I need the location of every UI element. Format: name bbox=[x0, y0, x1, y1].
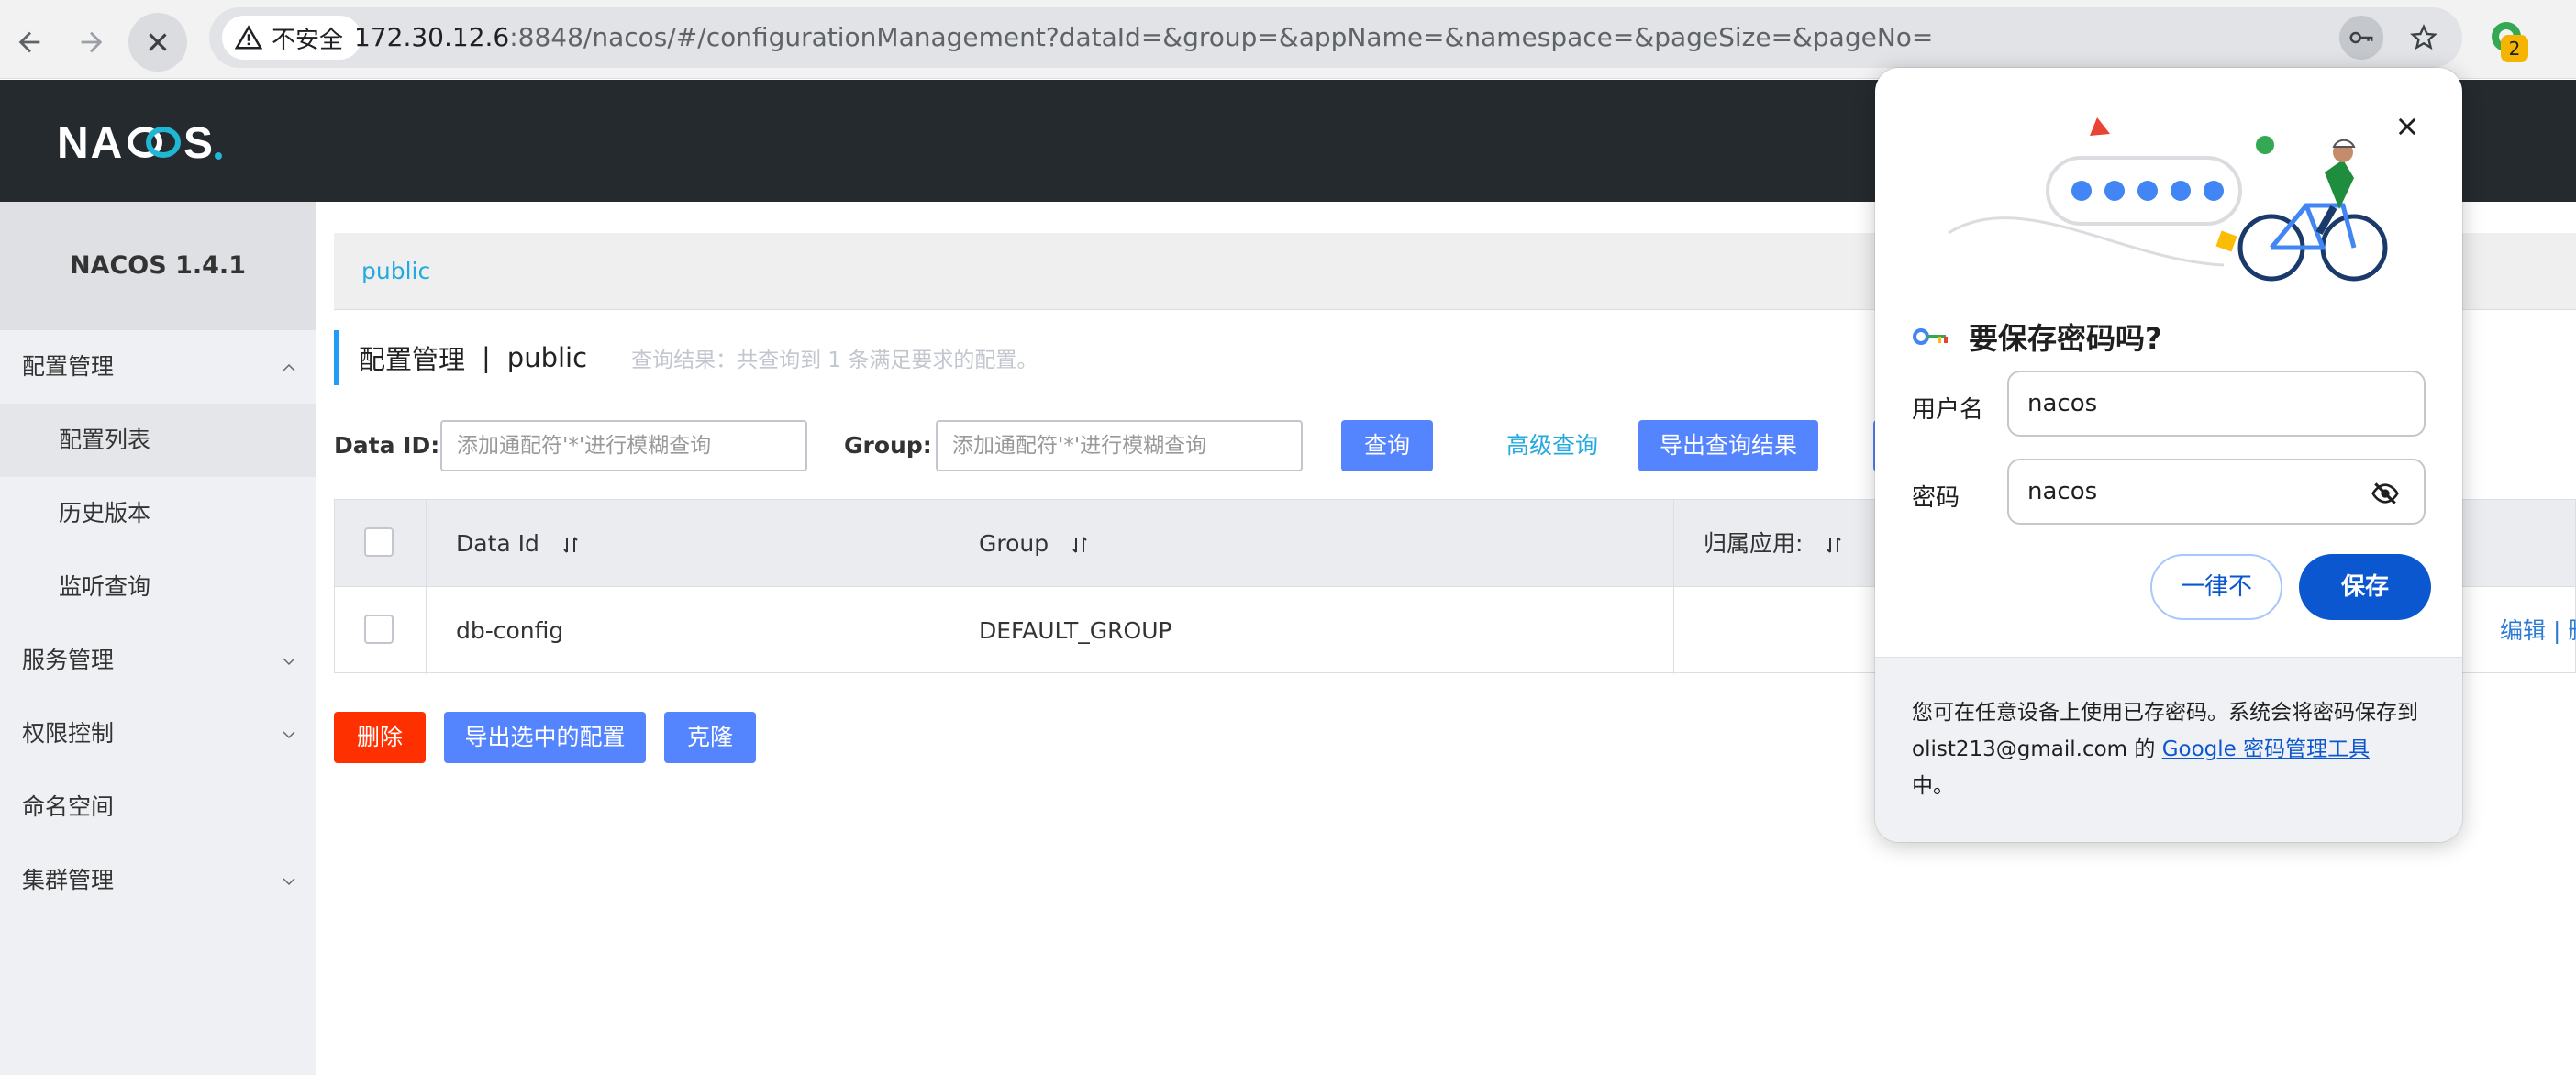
clone-button[interactable]: 克隆 bbox=[664, 712, 756, 763]
sidebar-item-config-management[interactable]: 配置管理 bbox=[0, 330, 316, 404]
dialog-footer: 您可在任意设备上使用已存密码。系统会将密码保存到 olist213@gmail.… bbox=[1875, 657, 2462, 842]
chevron-down-icon bbox=[283, 731, 295, 739]
query-button[interactable]: 查询 bbox=[1341, 420, 1433, 471]
sidebar-item-label: 权限控制 bbox=[22, 720, 115, 747]
sidebar-item-access-control[interactable]: 权限控制 bbox=[0, 697, 316, 770]
sidebar-item-label: 配置管理 bbox=[22, 353, 115, 380]
query-result-text: 查询结果：共查询到 1 条满足要求的配置。 bbox=[631, 349, 1038, 372]
svg-text:NA: NA bbox=[57, 119, 124, 168]
chevron-down-icon bbox=[283, 658, 295, 666]
sidebar-item-listener-query[interactable]: 监听查询 bbox=[0, 550, 316, 624]
title-separator: | bbox=[482, 342, 491, 373]
cell-dataid: db-config bbox=[427, 587, 949, 674]
password-label: 密码 bbox=[1912, 484, 1960, 512]
key-icon bbox=[2349, 31, 2373, 44]
save-password-dialog: 要保存密码吗? 用户名 nacos 密码 nacos 一律不 保存 您可在任意设… bbox=[1875, 68, 2462, 842]
address-bar[interactable]: 不安全 172.30.12.6:8848/nacos/#/configurati… bbox=[209, 7, 2462, 68]
forward-button[interactable] bbox=[62, 13, 121, 72]
close-icon bbox=[149, 33, 167, 51]
close-button[interactable] bbox=[2387, 106, 2427, 147]
url-path: :8848/nacos/#/configurationManagement?da… bbox=[509, 22, 1934, 52]
eye-off-icon[interactable] bbox=[2371, 479, 2400, 508]
sort-icon bbox=[1827, 537, 1842, 553]
row-select-cell bbox=[335, 587, 427, 674]
star-icon bbox=[2410, 24, 2437, 50]
sidebar-item-namespace[interactable]: 命名空间 bbox=[0, 770, 316, 844]
column-label: Data Id bbox=[456, 530, 539, 557]
password-value: nacos bbox=[2027, 478, 2098, 505]
export-selected-button[interactable]: 导出选中的配置 bbox=[444, 712, 646, 763]
bookmark-button[interactable] bbox=[2402, 16, 2446, 60]
nacos-logo[interactable]: NA S bbox=[57, 116, 240, 168]
sidebar-item-service-management[interactable]: 服务管理 bbox=[0, 624, 316, 697]
dialog-title: 要保存密码吗? bbox=[1969, 321, 2162, 356]
export-results-button[interactable]: 导出查询结果 bbox=[1638, 420, 1818, 471]
security-chip[interactable]: 不安全 bbox=[222, 16, 362, 60]
warning-icon bbox=[235, 25, 262, 50]
never-button[interactable]: 一律不 bbox=[2150, 554, 2282, 620]
logo-wordmark: NA S bbox=[57, 119, 222, 168]
column-label: Group bbox=[979, 530, 1049, 557]
sidebar-item-config-list[interactable]: 配置列表 bbox=[0, 404, 316, 477]
chevron-down-icon bbox=[283, 878, 295, 886]
dataid-label: Data ID: bbox=[334, 432, 440, 459]
sidebar-item-cluster-management[interactable]: 集群管理 bbox=[0, 844, 316, 917]
page-title-namespace: public bbox=[506, 342, 588, 373]
arrow-right-icon bbox=[81, 31, 103, 53]
row-actions[interactable]: 编辑 | 删除 bbox=[2500, 587, 2576, 674]
version-label: NACOS 1.4.1 bbox=[0, 202, 316, 330]
close-icon bbox=[2398, 117, 2416, 136]
password-illustration bbox=[1948, 117, 2388, 282]
stop-loading-button[interactable] bbox=[128, 13, 187, 72]
security-label: 不安全 bbox=[272, 26, 344, 54]
sidebar-item-label: 集群管理 bbox=[22, 867, 115, 893]
save-button[interactable]: 保存 bbox=[2299, 554, 2431, 620]
sidebar-item-label: 历史版本 bbox=[59, 500, 151, 526]
column-label: 归属应用: bbox=[1704, 530, 1804, 557]
extension-badge: 2 bbox=[2501, 35, 2528, 62]
url-host: 172.30.12.6 bbox=[354, 22, 510, 52]
sidebar-item-label: 服务管理 bbox=[22, 647, 115, 673]
group-input[interactable]: 添加通配符'*'进行模糊查询 bbox=[936, 420, 1303, 471]
username-label: 用户名 bbox=[1912, 396, 1984, 424]
back-button[interactable] bbox=[0, 13, 59, 72]
column-header-group[interactable]: Group bbox=[949, 500, 1674, 587]
namespace-link-public[interactable]: public bbox=[361, 233, 430, 310]
column-header-dataid[interactable]: Data Id bbox=[427, 500, 949, 587]
dialog-title-row: 要保存密码吗? bbox=[1912, 314, 2162, 360]
sidebar: NACOS 1.4.1 配置管理 配置列表 历史版本 监听查询 服务管理 权限控… bbox=[0, 202, 316, 1075]
cell-group: DEFAULT_GROUP bbox=[949, 587, 1674, 674]
page-title: 配置管理 bbox=[359, 344, 466, 375]
password-key-button[interactable] bbox=[2339, 16, 2383, 60]
sort-icon bbox=[1072, 537, 1087, 553]
url-text[interactable]: 172.30.12.6:8848/nacos/#/configurationMa… bbox=[354, 7, 1933, 68]
row-checkbox[interactable] bbox=[364, 615, 394, 644]
password-field[interactable]: nacos bbox=[2007, 459, 2426, 525]
username-field[interactable]: nacos bbox=[2007, 371, 2426, 437]
select-all-checkbox[interactable] bbox=[364, 527, 394, 557]
sort-icon bbox=[563, 537, 578, 553]
advanced-query-link[interactable]: 高级查询 bbox=[1506, 420, 1598, 471]
svg-text:S: S bbox=[183, 119, 216, 168]
group-label: Group: bbox=[844, 432, 932, 459]
arrow-left-icon bbox=[18, 31, 40, 53]
footer-text-end: 中。 bbox=[1912, 774, 1954, 798]
chevron-up-icon bbox=[283, 363, 295, 371]
key-icon bbox=[1913, 328, 1948, 345]
sidebar-item-label: 监听查询 bbox=[59, 573, 151, 600]
sidebar-item-label: 命名空间 bbox=[22, 793, 115, 820]
screen: 不安全 172.30.12.6:8848/nacos/#/configurati… bbox=[0, 0, 2576, 1075]
header-select-cell bbox=[335, 500, 427, 587]
sidebar-item-history[interactable]: 历史版本 bbox=[0, 477, 316, 550]
delete-button[interactable]: 删除 bbox=[334, 712, 426, 763]
dataid-input[interactable]: 添加通配符'*'进行模糊查询 bbox=[440, 420, 807, 471]
sidebar-item-label: 配置列表 bbox=[59, 427, 151, 453]
password-manager-link[interactable]: Google 密码管理工具 bbox=[2162, 737, 2370, 761]
page-title-row: 配置管理 | public 查询结果：共查询到 1 条满足要求的配置。 bbox=[334, 330, 1038, 385]
